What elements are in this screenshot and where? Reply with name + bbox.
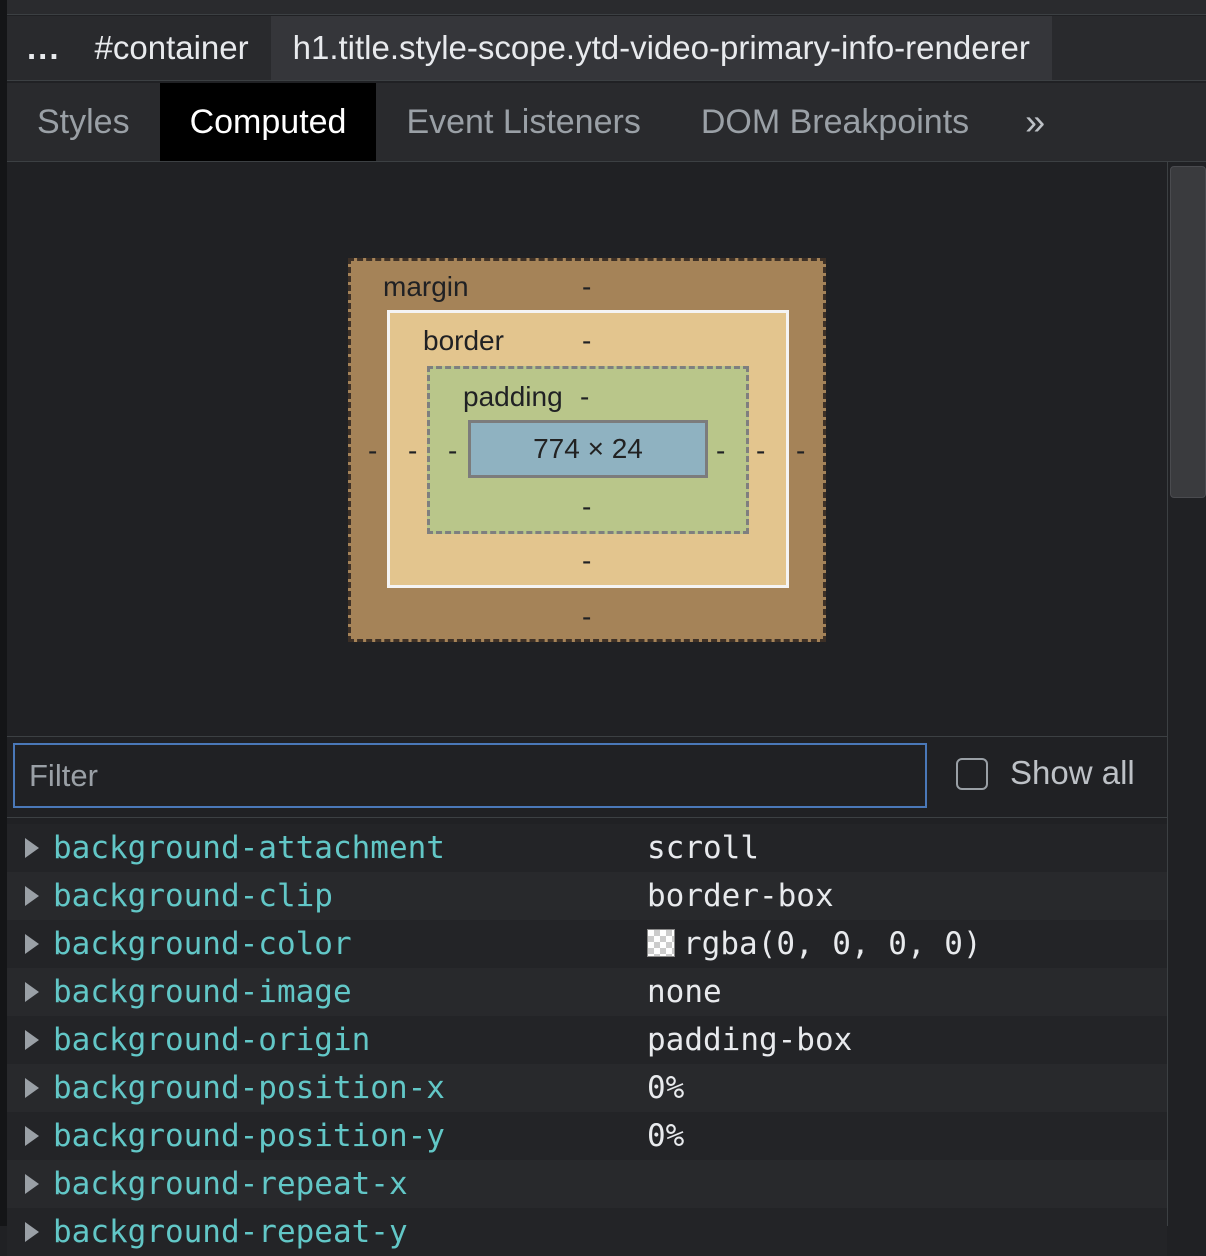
triangle-right-icon[interactable] [25,934,39,954]
sidebar-tabs: Styles Computed Event Listeners DOM Brea… [7,83,1206,162]
filter-input[interactable] [13,743,927,808]
tab-styles[interactable]: Styles [7,83,160,161]
triangle-right-icon[interactable] [25,1126,39,1146]
tab-computed[interactable]: Computed [159,83,377,161]
padding-right-value[interactable]: - [716,436,725,466]
property-value-wrap: rgba(0, 0, 0, 0) [647,926,982,962]
property-name: background-repeat-x [53,1166,408,1202]
margin-top-value[interactable]: - [582,272,591,302]
margin-label: margin [383,271,469,302]
border-top-value[interactable]: - [582,326,591,356]
property-value: border-box [647,878,834,914]
padding-left-value[interactable]: - [448,436,457,466]
triangle-right-icon[interactable] [25,886,39,906]
margin-left-value[interactable]: - [368,436,377,466]
padding-top-value[interactable]: - [580,382,589,412]
property-name: background-position-x [53,1070,445,1106]
property-name: background-attachment [53,830,445,866]
breadcrumb-selected-element[interactable]: h1.title.style-scope.ytd-video-primary-i… [270,16,1052,80]
property-name: background-position-y [53,1118,445,1154]
property-row[interactable]: background-color rgba(0, 0, 0, 0) [7,920,1167,968]
property-value: none [647,974,722,1010]
triangle-right-icon[interactable] [25,838,39,858]
property-row[interactable]: background-position-x 0% [7,1064,1167,1112]
panel-top-strip [0,0,1206,15]
show-all-label[interactable]: Show all [1010,754,1135,792]
property-name: background-origin [53,1022,371,1058]
transparent-swatch-icon[interactable] [647,929,675,957]
property-row[interactable]: background-repeat-x [7,1160,1167,1208]
margin-bottom-value[interactable]: - [582,602,591,632]
border-label: border [423,325,504,356]
show-all-checkbox[interactable] [956,758,988,790]
tab-event-listeners[interactable]: Event Listeners [376,83,670,161]
triangle-right-icon[interactable] [25,1174,39,1194]
property-value: 0% [647,1118,685,1154]
property-value: scroll [647,830,759,866]
property-row[interactable]: background-clip border-box [7,872,1167,920]
border-left-value[interactable]: - [408,436,417,466]
property-row[interactable]: background-attachment scroll [7,824,1167,872]
property-name: background-clip [53,878,333,914]
border-right-value[interactable]: - [756,436,765,466]
border-bottom-value[interactable]: - [582,546,591,576]
panel-left-edge [0,0,7,1226]
breadcrumb-ellipsis[interactable]: ... [7,16,73,80]
property-name: background-image [53,974,352,1010]
triangle-right-icon[interactable] [25,982,39,1002]
property-row[interactable]: background-position-y 0% [7,1112,1167,1160]
triangle-right-icon[interactable] [25,1078,39,1098]
computed-properties-list: background-attachment scroll background-… [7,824,1167,1256]
property-row[interactable]: background-image none [7,968,1167,1016]
property-value: padding-box [647,1022,853,1058]
triangle-right-icon[interactable] [25,1222,39,1242]
property-row[interactable]: background-origin padding-box [7,1016,1167,1064]
box-model-content[interactable]: 774 × 24 [468,420,708,478]
property-name: background-color [53,926,352,962]
padding-label: padding [463,381,563,412]
triangle-right-icon[interactable] [25,1030,39,1050]
chevron-double-right-icon[interactable]: » [999,83,1071,161]
tab-dom-breakpoints[interactable]: DOM Breakpoints [671,83,999,161]
padding-bottom-value[interactable]: - [582,492,591,522]
property-name: background-repeat-y [53,1214,408,1250]
property-row[interactable]: background-repeat-y [7,1208,1167,1256]
scrollbar-thumb[interactable] [1170,166,1206,498]
property-value: 0% [647,1070,685,1106]
breadcrumb-container[interactable]: #container [73,16,271,80]
property-value: rgba(0, 0, 0, 0) [683,926,982,962]
breadcrumb: ... #container h1.title.style-scope.ytd-… [7,16,1206,81]
margin-right-value[interactable]: - [796,436,805,466]
